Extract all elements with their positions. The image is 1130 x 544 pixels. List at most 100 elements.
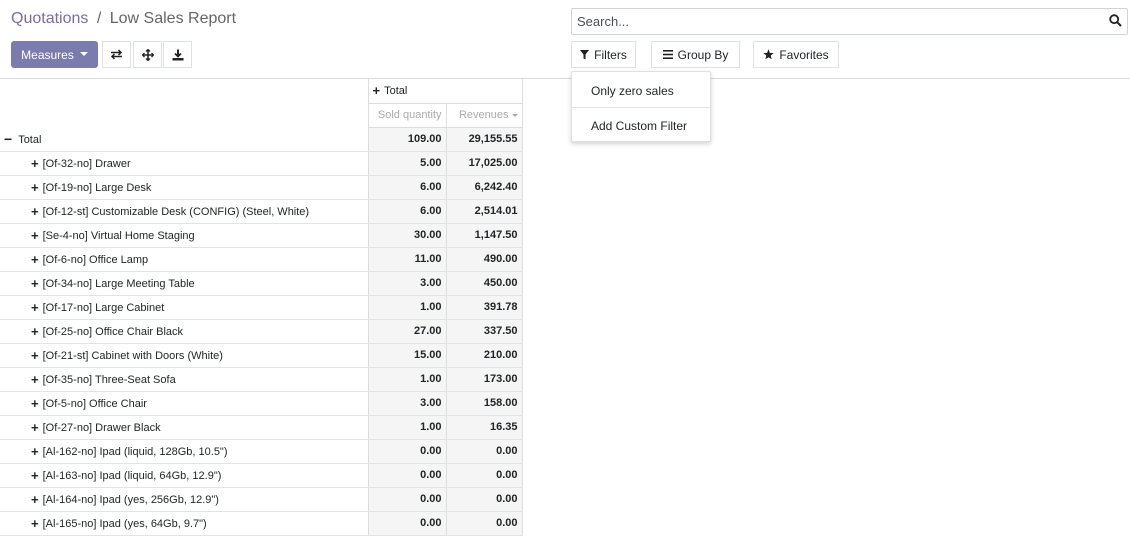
cell-qty[interactable]: 6.00 xyxy=(368,199,447,224)
row-header[interactable]: + [Of-19-no] Large Desk xyxy=(0,175,369,200)
search-input[interactable] xyxy=(572,9,1097,34)
cell-qty[interactable]: 3.00 xyxy=(368,271,447,296)
expand-all-button[interactable] xyxy=(133,41,162,68)
row-header[interactable]: + [Al-165-no] Ipad (yes, 64Gb, 9.7") xyxy=(0,511,369,536)
row-header[interactable]: + [Of-27-no] Drawer Black xyxy=(0,415,369,440)
cell-revenue[interactable]: 0.00 xyxy=(446,487,523,512)
row-header[interactable]: + [Of-17-no] Large Cabinet xyxy=(0,295,369,320)
column-header-label: Total xyxy=(384,85,408,98)
pivot-corner xyxy=(0,79,368,127)
row-header[interactable]: + [Of-25-no] Office Chair Black xyxy=(0,319,369,344)
cell-revenue[interactable]: 6,242.40 xyxy=(446,175,523,200)
row-header-label: [Of-5-no] Office Chair xyxy=(42,397,147,410)
cell-revenue[interactable]: 158.00 xyxy=(446,391,523,416)
table-row: + [Of-5-no] Office Chair 3.00 158.00 xyxy=(0,391,523,416)
filters-button[interactable]: Filters xyxy=(571,41,636,68)
star-icon xyxy=(763,49,775,60)
cell-qty[interactable]: 3.00 xyxy=(368,391,447,416)
cell-qty[interactable]: 5.00 xyxy=(368,151,447,176)
row-header[interactable]: + [Of-12-st] Customizable Desk (CONFIG) (… xyxy=(0,199,369,224)
cell-revenue[interactable]: 0.00 xyxy=(446,463,523,488)
row-header-total[interactable]: − Total xyxy=(0,127,369,152)
row-header-label: [Of-27-no] Drawer Black xyxy=(42,421,161,434)
cell-qty[interactable]: 0.00 xyxy=(368,439,447,464)
minus-icon: − xyxy=(4,130,13,147)
cell-qty[interactable]: 11.00 xyxy=(368,247,447,272)
cell-total-qty[interactable]: 109.00 xyxy=(368,127,447,152)
row-header-label: [Al-163-no] Ipad (liquid, 64Gb, 12.9") xyxy=(42,469,222,482)
row-header[interactable]: + [Of-35-no] Three-Seat Sofa xyxy=(0,367,369,392)
download-button[interactable] xyxy=(163,41,192,68)
plus-icon: + xyxy=(31,467,39,483)
row-header[interactable]: + [Al-164-no] Ipad (yes, 256Gb, 12.9") xyxy=(0,487,369,512)
row-header[interactable]: + [Of-32-no] Drawer xyxy=(0,151,369,176)
search-icon[interactable] xyxy=(1109,14,1122,27)
download-icon xyxy=(172,49,183,60)
cell-qty[interactable]: 0.00 xyxy=(368,511,447,536)
cell-revenue[interactable]: 17,025.00 xyxy=(446,151,523,176)
cell-revenue[interactable]: 337.50 xyxy=(446,319,523,344)
row-header[interactable]: + [Of-6-no] Office Lamp xyxy=(0,247,369,272)
table-row: + [Of-17-no] Large Cabinet 1.00 391.78 xyxy=(0,295,523,320)
row-header-total-label: Total xyxy=(18,133,42,146)
plus-icon: + xyxy=(31,491,39,507)
row-header[interactable]: + [Se-4-no] Virtual Home Staging xyxy=(0,223,369,248)
row-header-label: [Of-19-no] Large Desk xyxy=(42,181,152,194)
cell-revenue[interactable]: 2,514.01 xyxy=(446,199,523,224)
cell-revenue[interactable]: 16.35 xyxy=(446,415,523,440)
plus-icon: + xyxy=(31,515,39,531)
plus-icon: + xyxy=(31,251,39,267)
plus-icon: + xyxy=(31,275,39,291)
row-header[interactable]: + [Of-21-st] Cabinet with Doors (White) xyxy=(0,343,369,368)
measure-header-sold-quantity[interactable]: Sold quantity xyxy=(367,102,447,128)
measure-header-revenues[interactable]: Revenues xyxy=(445,102,523,128)
filter-icon xyxy=(580,49,590,59)
plus-icon: + xyxy=(31,179,39,195)
row-header-label: [Al-162-no] Ipad (liquid, 128Gb, 10.5") xyxy=(42,445,228,458)
table-row: + [Of-12-st] Customizable Desk (CONFIG) (… xyxy=(0,199,523,224)
table-row: + [Al-162-no] Ipad (liquid, 128Gb, 10.5")… xyxy=(0,439,523,464)
cell-revenue[interactable]: 450.00 xyxy=(446,271,523,296)
breadcrumb-link-quotations[interactable]: Quotations xyxy=(11,10,88,27)
flip-axis-button[interactable] xyxy=(102,41,131,68)
favorites-button[interactable]: Favorites xyxy=(753,41,839,68)
cell-revenue[interactable]: 0.00 xyxy=(446,439,523,464)
measures-button[interactable]: Measures xyxy=(11,41,98,68)
cell-qty[interactable]: 27.00 xyxy=(368,319,447,344)
pivot-column-header-total[interactable]: + Total xyxy=(367,79,523,104)
cell-revenue[interactable]: 173.00 xyxy=(446,367,523,392)
table-row: + [Al-165-no] Ipad (yes, 64Gb, 9.7") 0.00 0… xyxy=(0,511,523,536)
cell-qty[interactable]: 1.00 xyxy=(368,415,447,440)
cell-qty[interactable]: 1.00 xyxy=(368,295,447,320)
cell-qty[interactable]: 6.00 xyxy=(368,175,447,200)
group-by-button[interactable]: Group By xyxy=(651,41,740,68)
row-header[interactable]: + [Al-163-no] Ipad (liquid, 64Gb, 12.9") xyxy=(0,463,369,488)
filter-only-zero-sales[interactable]: Only zero sales xyxy=(591,84,674,98)
add-custom-filter[interactable]: Add Custom Filter xyxy=(591,119,687,133)
measure-header-revenues-label: Revenues xyxy=(458,109,509,121)
filters-dropdown: Only zero sales Add Custom Filter xyxy=(571,71,711,142)
cell-qty[interactable]: 30.00 xyxy=(368,223,447,248)
cell-qty[interactable]: 15.00 xyxy=(368,343,447,368)
table-row: + [Of-6-no] Office Lamp 11.00 490.00 xyxy=(0,247,523,272)
table-row: + [Of-19-no] Large Desk 6.00 6,242.40 xyxy=(0,175,523,200)
row-header[interactable]: + [Al-162-no] Ipad (liquid, 128Gb, 10.5") xyxy=(0,439,369,464)
cell-qty[interactable]: 0.00 xyxy=(368,463,447,488)
row-header[interactable]: + [Of-5-no] Office Chair xyxy=(0,391,369,416)
search-bar xyxy=(571,8,1128,35)
cell-revenue[interactable]: 0.00 xyxy=(446,511,523,536)
group-by-label: Group By xyxy=(677,47,729,62)
row-header-label: [Of-21-st] Cabinet with Doors (White) xyxy=(42,349,223,362)
cell-qty[interactable]: 0.00 xyxy=(368,487,447,512)
cell-revenue[interactable]: 1,147.50 xyxy=(446,223,523,248)
page-title: Low Sales Report xyxy=(109,10,237,27)
cell-revenue[interactable]: 490.00 xyxy=(446,247,523,272)
row-header[interactable]: + [Of-34-no] Large Meeting Table xyxy=(0,271,369,296)
cell-total-revenue[interactable]: 29,155.55 xyxy=(446,127,523,152)
list-icon xyxy=(662,50,673,59)
expand-all-icon xyxy=(141,48,154,61)
caret-down-icon xyxy=(79,51,88,56)
cell-revenue[interactable]: 210.00 xyxy=(446,343,523,368)
cell-revenue[interactable]: 391.78 xyxy=(446,295,523,320)
cell-qty[interactable]: 1.00 xyxy=(368,367,447,392)
